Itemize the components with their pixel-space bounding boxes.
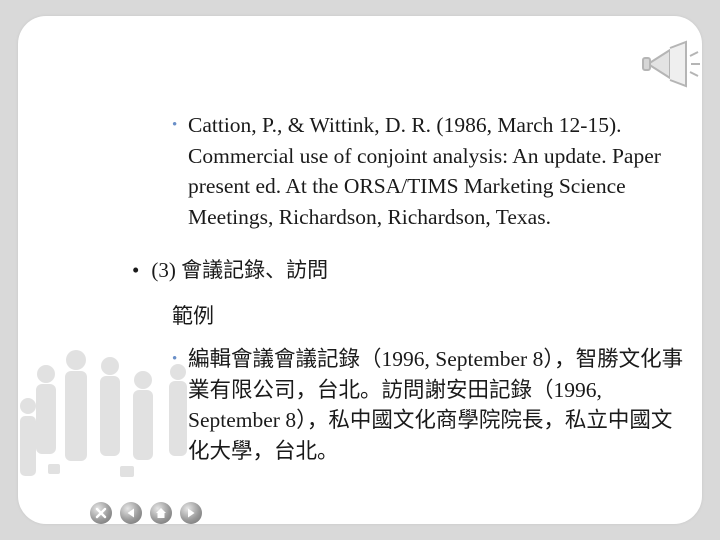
- reference-item-meeting: • 編輯會議會議記錄（1996, September 8），智勝文化事業有限公司…: [172, 344, 684, 466]
- previous-button[interactable]: [120, 502, 142, 524]
- previous-icon: [127, 508, 134, 518]
- next-icon: [188, 508, 195, 518]
- main-bullet: •: [132, 258, 140, 282]
- example-label: 範例: [172, 304, 214, 328]
- reference-text: Cattion, P., & Wittink, D. R. (1986, Mar…: [188, 113, 661, 229]
- home-button[interactable]: [150, 502, 172, 524]
- section-heading: • (3) 會議記錄、訪問: [132, 254, 328, 284]
- slide: • Cattion, P., & Wittink, D. R. (1986, M…: [18, 16, 702, 524]
- next-button[interactable]: [180, 502, 202, 524]
- slide-navigation: [90, 502, 202, 524]
- home-icon: [156, 508, 166, 518]
- slide-content: • Cattion, P., & Wittink, D. R. (1986, M…: [18, 16, 702, 524]
- reference-text: 編輯會議會議記錄（1996, September 8），智勝文化事業有限公司，台…: [188, 347, 684, 463]
- section-heading-text: (3) 會議記錄、訪問: [151, 258, 329, 282]
- close-icon: [95, 507, 107, 519]
- close-button[interactable]: [90, 502, 112, 524]
- sub-bullet: •: [172, 351, 178, 367]
- reference-item-cattion: • Cattion, P., & Wittink, D. R. (1986, M…: [172, 110, 684, 232]
- sub-bullet: •: [172, 117, 178, 133]
